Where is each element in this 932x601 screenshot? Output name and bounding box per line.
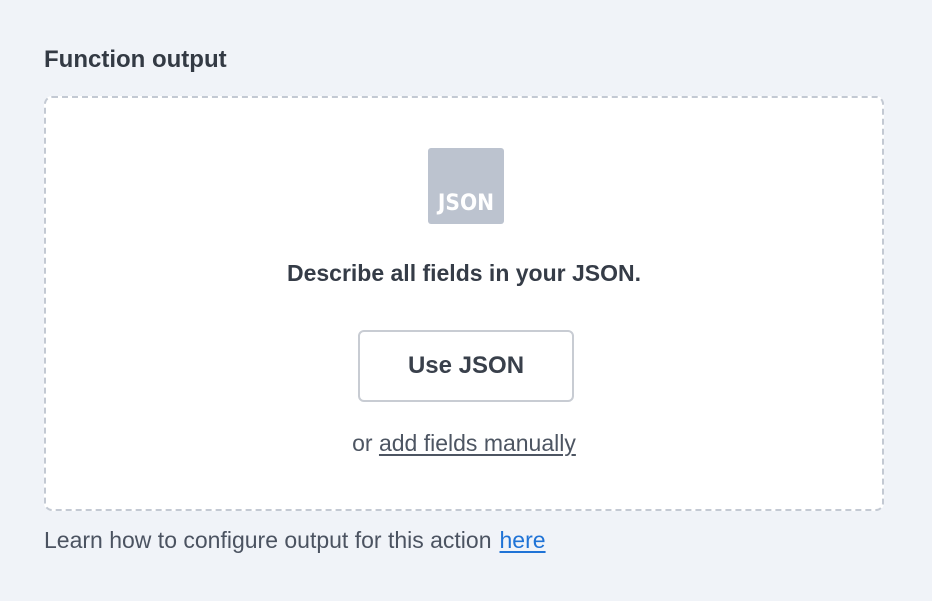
section-title: Function output — [44, 46, 227, 73]
help-description: Learn how to configure output for this a… — [44, 527, 492, 553]
json-dropzone: JSON Describe all fields in your JSON. U… — [44, 96, 884, 511]
json-file-icon: JSON — [428, 148, 504, 224]
dropzone-message: Describe all fields in your JSON. — [286, 260, 642, 286]
add-fields-manually-link[interactable]: add fields manually — [379, 430, 576, 456]
manual-fields-line: or add fields manually — [46, 428, 882, 458]
json-icon-label: JSON — [437, 191, 495, 216]
use-json-button[interactable]: Use JSON — [358, 330, 574, 402]
help-here-link[interactable]: here — [500, 527, 546, 553]
alt-prefix: or — [352, 430, 373, 456]
help-text: Learn how to configure output for this a… — [44, 524, 546, 556]
